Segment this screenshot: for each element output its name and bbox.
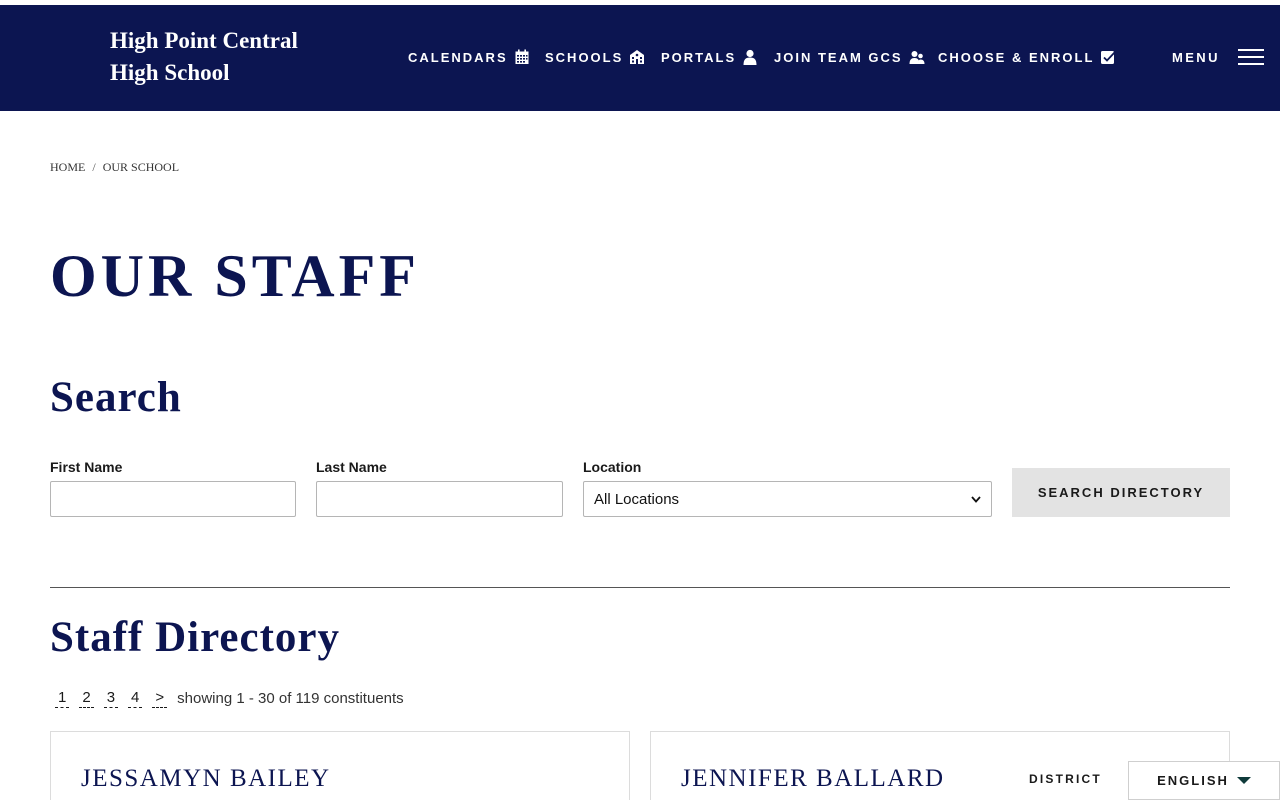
checkbox-icon [1100,49,1117,65]
site-header: High Point Central High School CALENDARS… [0,5,1280,111]
users-icon [909,49,925,65]
first-name-input[interactable] [50,481,296,517]
staff-location-tag: DISTRICT [1029,772,1102,786]
search-directory-button[interactable]: SEARCH DIRECTORY [1012,468,1230,517]
nav-item-portals[interactable]: PORTALS [661,47,758,67]
nav-item-choose-enroll[interactable]: CHOOSE & ENROLL [938,47,1117,67]
site-title[interactable]: High Point Central High School [110,25,298,89]
nav-item-label: CHOOSE & ENROLL [938,49,1095,65]
caret-down-icon [1236,777,1251,784]
nav-item-label: JOIN TEAM GCS [774,49,903,65]
last-name-input[interactable] [316,481,563,517]
location-select[interactable]: All Locations [583,481,992,517]
results-count: showing 1 - 30 of 119 constituents [177,690,404,707]
page-link-4[interactable]: 4 [128,689,143,708]
language-label: ENGLISH [1157,773,1229,788]
staff-directory-heading: Staff Directory [50,614,341,661]
calendar-icon [514,49,530,65]
location-label: Location [583,459,642,475]
nav-item-label: PORTALS [661,49,737,65]
school-icon [629,49,645,65]
breadcrumb-separator: / [92,160,96,174]
last-name-label: Last Name [316,459,387,475]
hamburger-icon [1237,49,1264,65]
language-selector[interactable]: ENGLISH [1128,761,1280,800]
nav-item-label: SCHOOLS [545,49,624,65]
breadcrumb-home[interactable]: HOME [50,160,85,175]
menu-label: MENU [1172,49,1220,65]
nav-item-join-team[interactable]: JOIN TEAM GCS [774,47,925,67]
staff-card[interactable]: JESSAMYN BAILEY [50,731,630,800]
page-link-3[interactable]: 3 [103,689,119,708]
chevron-down-icon [971,496,981,503]
nav-item-schools[interactable]: SCHOOLS [545,47,645,67]
location-select-value: All Locations [594,490,680,508]
breadcrumb: HOME / OUR SCHOOL [50,160,179,175]
site-title-line1: High Point Central [110,28,298,53]
page-link-next[interactable]: > [152,689,168,708]
site-title-line2: High School [110,60,230,85]
staff-name: JESSAMYN BAILEY [81,765,331,792]
page-title: OUR STAFF [50,243,420,309]
nav-item-calendars[interactable]: CALENDARS [408,47,530,67]
menu-button[interactable]: MENU [1172,47,1264,67]
search-heading: Search [50,374,182,421]
user-icon [742,49,758,65]
page-link-2[interactable]: 2 [79,689,94,708]
section-divider [50,587,1230,588]
staff-name: JENNIFER BALLARD [681,765,945,792]
first-name-label: First Name [50,459,123,475]
pagination: 1 2 3 4 > showing 1 - 30 of 119 constitu… [50,689,404,708]
nav-item-label: CALENDARS [408,49,508,65]
page-link-1[interactable]: 1 [55,689,70,708]
breadcrumb-current: OUR SCHOOL [102,160,180,174]
